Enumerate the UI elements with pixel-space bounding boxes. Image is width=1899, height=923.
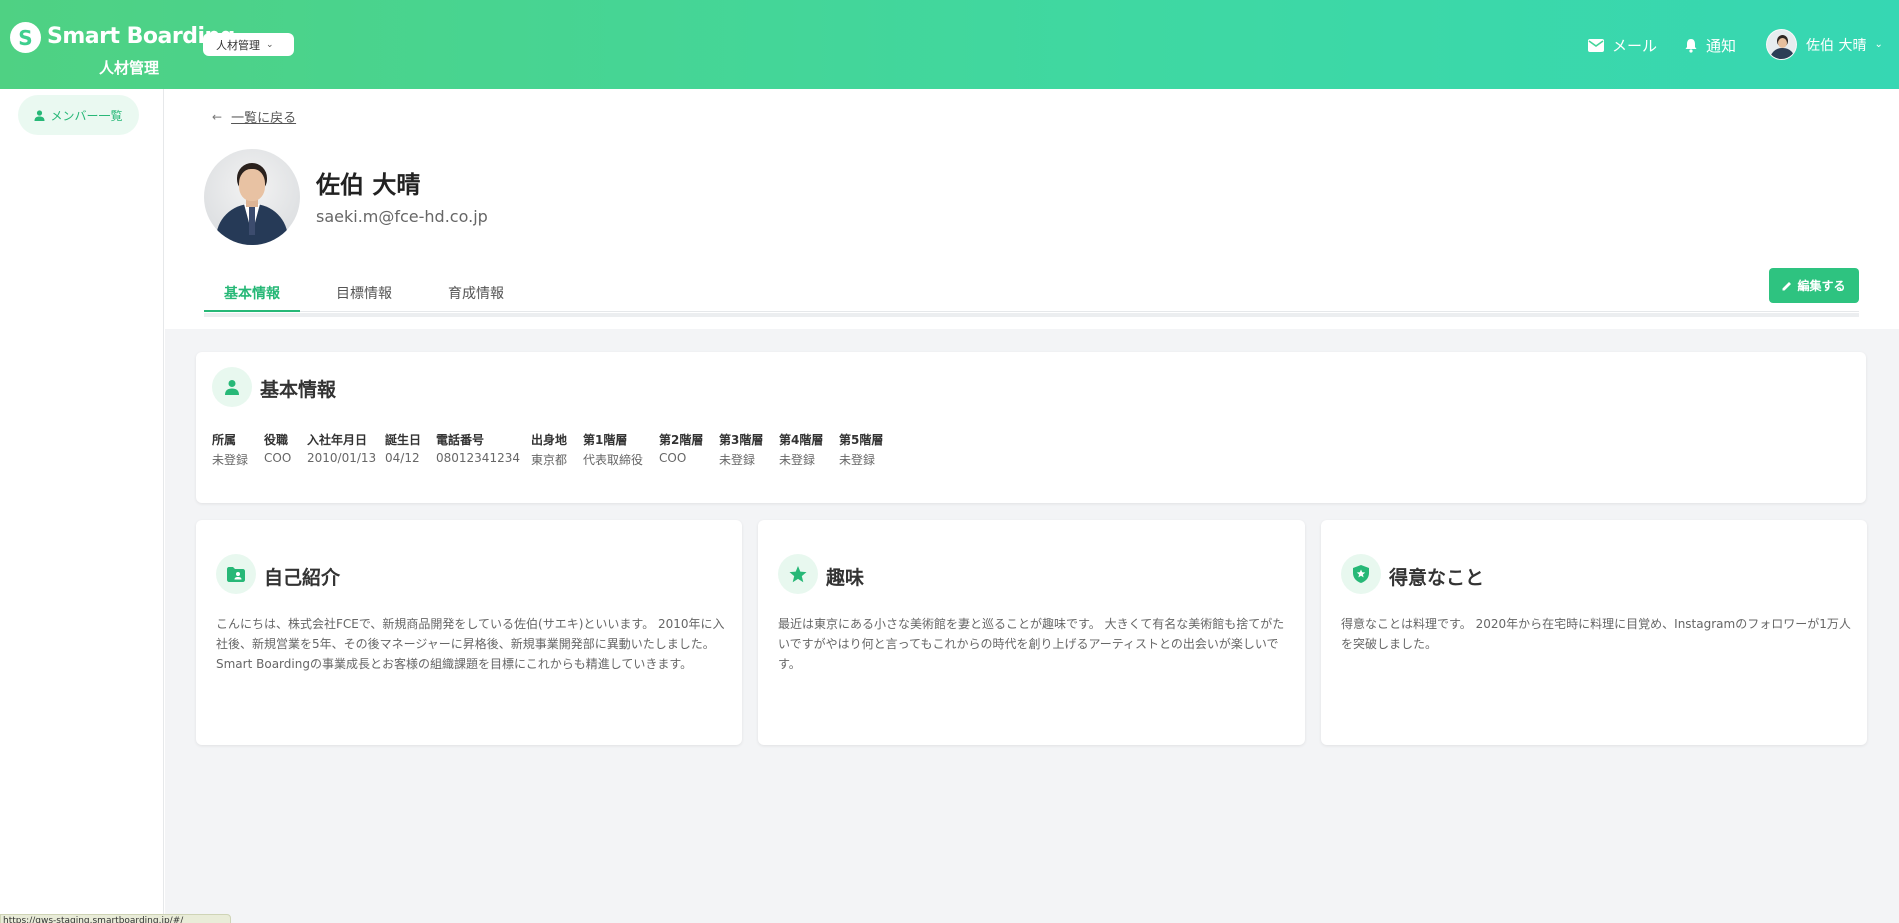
- folder-user-icon: [216, 554, 256, 594]
- basic-info-card: [196, 352, 1866, 503]
- bell-icon: [1684, 38, 1698, 53]
- profile-name: 佐伯 大晴: [316, 171, 421, 199]
- profile-avatar: [204, 149, 300, 245]
- profile-email: saeki.m@fce-hd.co.jp: [316, 207, 488, 226]
- tab-basic-info[interactable]: 基本情報: [204, 272, 300, 312]
- strengths-title: 得意なこと: [1389, 567, 1485, 589]
- hobby-title: 趣味: [826, 567, 865, 589]
- app-header: S Smart Boarding 人材管理 人材管理 ⌄ メール 通知 佐伯 大…: [0, 0, 1899, 89]
- star-icon: [778, 554, 818, 594]
- app-selector[interactable]: 人材管理 ⌄: [203, 33, 294, 56]
- mail-link[interactable]: メール: [1588, 35, 1657, 56]
- browser-status-bar: https://qws-staging.smartboarding.jp/#/: [0, 914, 231, 923]
- hobby-text: 最近は東京にある小さな美術館を妻と巡ることが趣味です。 大きくて有名な美術館も捨…: [778, 617, 1285, 671]
- basic-info-title: 基本情報: [260, 379, 337, 401]
- sidebar-item-members[interactable]: メンバー一覧: [18, 95, 139, 135]
- self-intro-title: 自己紹介: [264, 567, 341, 589]
- chevron-down-icon: ⌄: [266, 39, 274, 50]
- person-icon: [34, 109, 45, 121]
- user-menu[interactable]: 佐伯 大晴 ⌄: [1766, 29, 1883, 60]
- arrow-left-icon: ←: [212, 109, 223, 124]
- profile-tabs: 基本情報 目標情報 育成情報: [204, 272, 1859, 312]
- tab-training-info[interactable]: 育成情報: [448, 272, 504, 312]
- logo-icon[interactable]: S: [10, 22, 41, 53]
- edit-button[interactable]: 編集する: [1769, 268, 1859, 303]
- logo-subtitle: 人材管理: [99, 59, 160, 77]
- notification-link[interactable]: 通知: [1684, 35, 1736, 56]
- tab-divider: [204, 313, 1859, 317]
- self-intro-text: こんにちは、株式会社FCEで、新規商品開発をしている佐伯(サエキ)といいます。 …: [216, 617, 725, 671]
- chevron-down-icon: ⌄: [1874, 39, 1883, 50]
- strengths-text: 得意なことは料理です。 2020年から在宅時に料理に目覚め、Instagramの…: [1341, 617, 1851, 651]
- person-icon: [212, 367, 252, 407]
- avatar: [1766, 29, 1797, 60]
- sidebar: メンバー一覧: [0, 89, 164, 923]
- back-to-list-link[interactable]: ← 一覧に戻る: [212, 107, 296, 127]
- tab-goal-info[interactable]: 目標情報: [336, 272, 392, 312]
- shield-star-icon: [1341, 554, 1381, 594]
- pencil-icon: [1782, 281, 1792, 291]
- mail-icon: [1588, 39, 1604, 52]
